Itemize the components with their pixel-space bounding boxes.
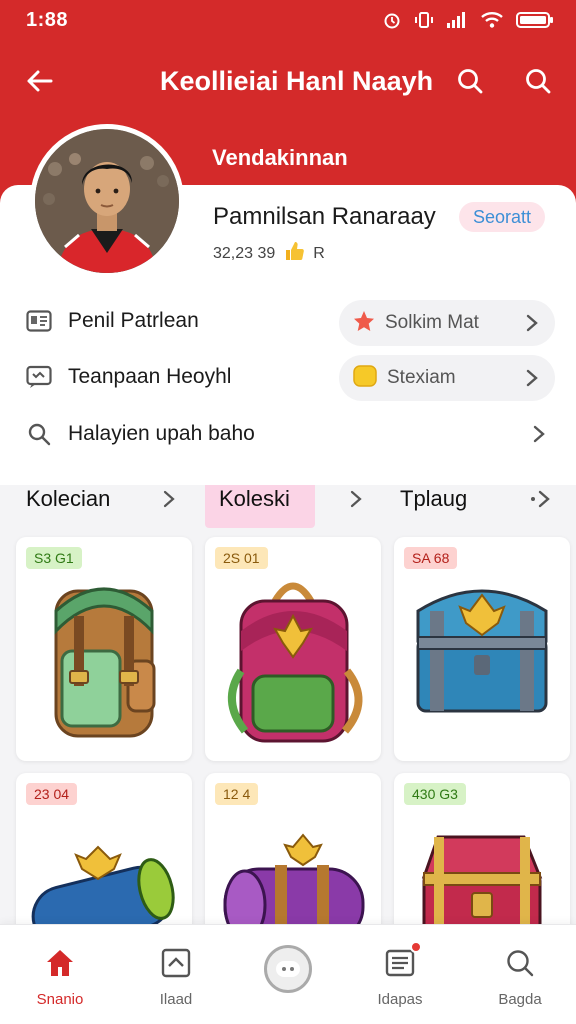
item-card[interactable]: SA 68 [394,537,570,761]
status-icons [382,10,554,30]
page-title: Keollieiai Hanl Naayh [160,66,434,96]
backpack-icon [54,587,156,738]
stats-suffix: R [313,244,325,262]
item-tag: 23 04 [26,783,78,805]
search-icon [502,945,538,981]
coin-icon [353,364,377,392]
more-arrow-icon[interactable] [530,490,552,508]
bottom-nav-gallery[interactable]: Ilaad [116,945,236,1008]
alarm-icon [382,10,402,30]
notification-dot [410,941,422,953]
chat-icon [26,364,52,390]
search-icon [26,421,52,447]
search-icon [526,69,551,94]
bottom-nav-documents[interactable]: Idapas [340,941,460,1008]
item-tag: 430 G3 [404,783,466,805]
item-tag: S3 G1 [26,547,82,569]
item-card[interactable]: S3 G1 [16,537,192,761]
bottom-navigation: Snanio Ilaad Idapas Bagda [0,924,576,1024]
profile-stats: 32,23 39 R [213,240,325,267]
pill-label: Solkim Mat [385,312,479,333]
chevron-right-icon [523,369,541,387]
bottom-nav-label: Ilaad [159,991,193,1008]
menu-label: Teanpaan Heoyhl [68,365,232,388]
search-icon [458,69,483,94]
pill-coins[interactable]: Stexiam [339,355,555,401]
signal-icon [446,11,468,29]
image-icon [158,945,194,981]
menu-label: Halayien upah baho [68,422,255,445]
menu-label: Penil Patrlean [68,309,199,332]
status-badge[interactable]: Seoratt [459,202,546,232]
home-icon [42,945,78,981]
bottom-nav-label: Idapas [377,991,423,1008]
thumbs-up-icon [283,240,305,267]
back-button[interactable] [22,64,56,98]
bottom-nav-label: Bagda [498,991,542,1008]
chest-icon [416,589,548,713]
bottom-nav-search[interactable]: Bagda [460,945,576,1008]
profile-photo [35,129,179,273]
item-tag: SA 68 [404,547,458,569]
wifi-icon [480,11,504,29]
pill-achievement[interactable]: Solkim Mat [339,300,555,346]
item-card[interactable]: 2S 01 [205,537,381,761]
chevron-right-icon [530,425,548,443]
top-app-bar: Keollieiai Hanl Naayh [0,56,576,106]
back-arrow-icon [27,70,53,92]
stats-value: 32,23 39 [213,244,276,262]
menu-item-search[interactable]: Halayien upah baho [0,410,576,458]
status-bar: 1:88 [0,0,576,40]
center-action-button[interactable] [264,945,312,993]
document-icon [382,941,422,981]
star-icon [353,310,375,337]
vibrate-icon [414,10,434,30]
chevron-right-icon [347,490,365,508]
battery-icon [516,11,554,29]
item-tag: 2S 01 [215,547,268,569]
face-icon [276,961,300,977]
id-card-icon [26,308,52,334]
item-tag: 12 4 [215,783,259,805]
header-subtitle: Vendakinnan [212,145,348,170]
status-time: 1:88 [26,8,69,31]
profile-name: Pamnilsan Ranaraay [213,203,436,230]
bottom-nav-home[interactable]: Snanio [0,945,120,1008]
pill-label: Stexiam [387,367,456,388]
chevron-right-icon [523,314,541,332]
search-button[interactable] [453,64,487,98]
bottom-nav-label: Snanio [36,991,84,1008]
backpack-icon [227,582,363,743]
avatar[interactable] [30,124,184,278]
chevron-right-icon [160,490,178,508]
search-button-secondary[interactable] [521,64,555,98]
